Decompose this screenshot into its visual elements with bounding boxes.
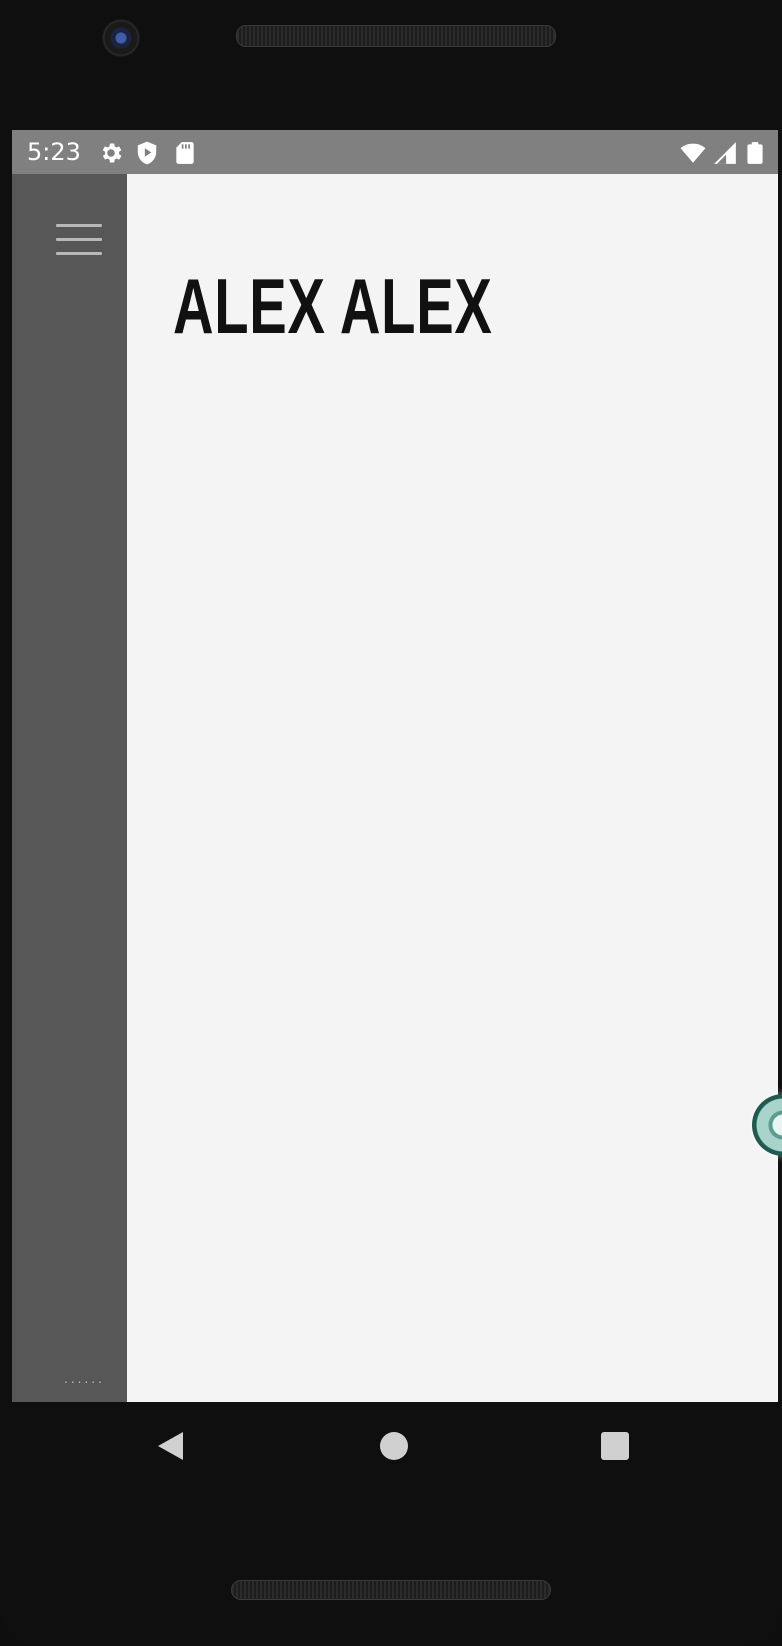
page-title: ALEX ALEX [173,262,493,350]
wifi-icon [680,143,706,163]
main-content: ALEX ALEX [127,174,778,1402]
home-icon[interactable] [378,1430,410,1462]
side-footer-dots: ...... [64,1372,105,1386]
navigation-bar [12,1402,778,1492]
bottom-speaker [231,1580,551,1600]
side-panel: ...... [12,174,127,1402]
status-time: 5:23 [27,138,81,166]
front-camera [103,20,139,56]
status-bar: 5:23 [12,130,778,174]
settings-icon [102,143,122,163]
battery-icon [747,142,763,164]
back-icon[interactable] [155,1430,187,1462]
top-speaker [236,25,556,47]
device-frame: 5:23 ...... ALEX ALEX [0,0,782,1646]
cell-signal-icon [714,142,736,164]
recents-icon[interactable] [599,1430,631,1462]
screen: 5:23 ...... ALEX ALEX [12,130,778,1402]
play-shield-icon [137,141,157,165]
sd-card-icon [176,142,194,164]
hamburger-menu-icon[interactable] [56,222,102,258]
